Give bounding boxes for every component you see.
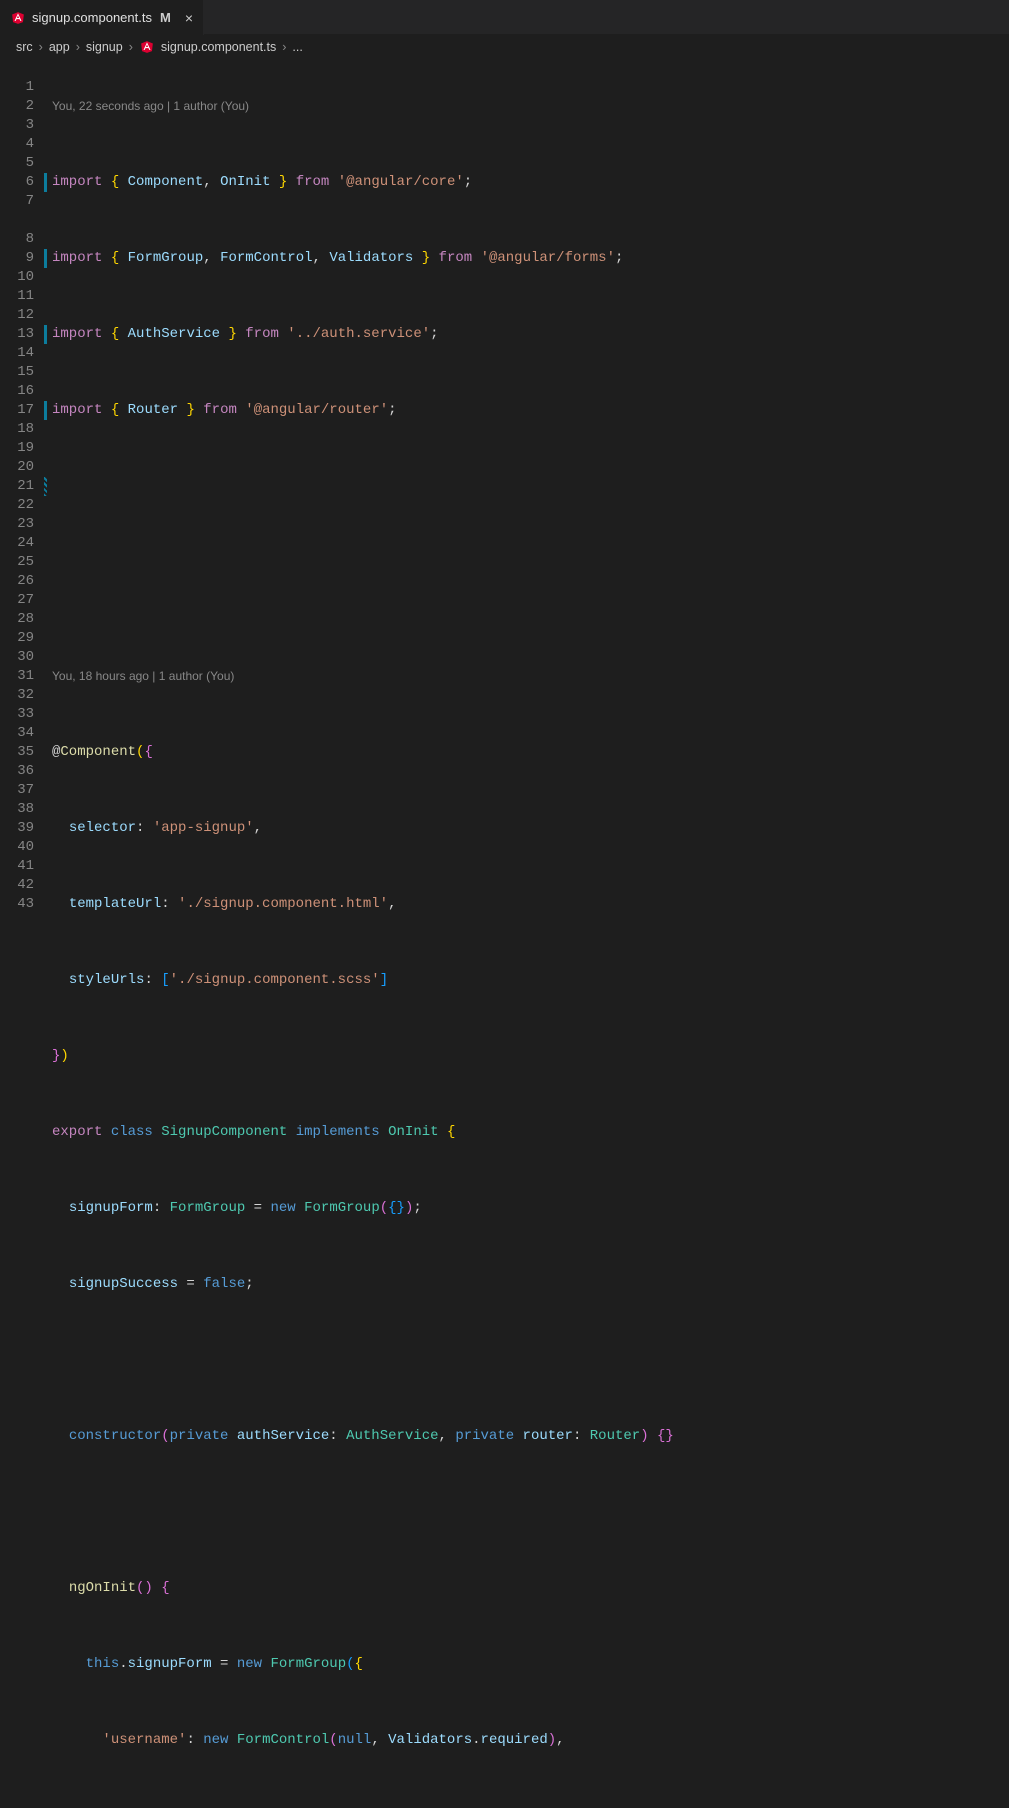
angular-file-icon [139,39,155,55]
chevron-right-icon: › [76,40,80,54]
line-number: 27 [0,591,34,610]
code-content[interactable]: You, 22 seconds ago | 1 author (You) imp… [52,59,1009,1808]
line-number: 43 [0,895,34,914]
line-number: 12 [0,306,34,325]
line-number: 35 [0,743,34,762]
line-number: 37 [0,781,34,800]
line-number: 18 [0,420,34,439]
line-number: 17 [0,401,34,420]
line-number: 10 [0,268,34,287]
line-number: 15 [0,363,34,382]
line-number: 42 [0,876,34,895]
chevron-right-icon: › [129,40,133,54]
line-number: 20 [0,458,34,477]
line-number: 21 [0,477,34,496]
line-number: 9 [0,249,34,268]
chevron-right-icon: › [282,40,286,54]
code-editor[interactable]: 1 2 3 4 5 6 7 8 9 10 11 12 13 14 15 16 1… [0,59,1009,1808]
line-number: 26 [0,572,34,591]
tab-bar: signup.component.ts M × [0,0,1009,35]
line-number: 3 [0,116,34,135]
line-number: 36 [0,762,34,781]
line-number: 1 [0,78,34,97]
breadcrumb-segment[interactable]: src [16,40,33,54]
line-number: 6 [0,173,34,192]
line-number: 39 [0,819,34,838]
breadcrumb-segment[interactable]: app [49,40,70,54]
line-number: 16 [0,382,34,401]
line-number: 23 [0,515,34,534]
line-number: 30 [0,648,34,667]
tab-filename: signup.component.ts [32,10,152,25]
line-number: 22 [0,496,34,515]
editor-tab[interactable]: signup.component.ts M × [0,0,204,35]
angular-file-icon [10,10,26,26]
breadcrumb: src › app › signup › signup.component.ts… [0,35,1009,59]
line-number: 33 [0,705,34,724]
line-number-gutter: 1 2 3 4 5 6 7 8 9 10 11 12 13 14 15 16 1… [0,59,52,1808]
breadcrumb-segment[interactable]: signup.component.ts [161,40,276,54]
line-number: 29 [0,629,34,648]
close-icon[interactable]: × [185,10,193,26]
line-number: 38 [0,800,34,819]
line-number: 19 [0,439,34,458]
breadcrumb-segment[interactable]: ... [292,40,302,54]
codelens-annotation[interactable]: You, 22 seconds ago | 1 author (You) [52,97,1009,116]
chevron-right-icon: › [39,40,43,54]
line-number: 7 [0,192,34,211]
line-number: 41 [0,857,34,876]
line-number: 2 [0,97,34,116]
line-number: 24 [0,534,34,553]
line-number: 28 [0,610,34,629]
line-number: 11 [0,287,34,306]
breadcrumb-segment[interactable]: signup [86,40,123,54]
line-number: 13 [0,325,34,344]
line-number: 4 [0,135,34,154]
line-number: 31 [0,667,34,686]
codelens-annotation[interactable]: You, 18 hours ago | 1 author (You) [52,667,1009,686]
line-number: 25 [0,553,34,572]
line-number: 14 [0,344,34,363]
line-number: 5 [0,154,34,173]
line-number: 8 [0,230,34,249]
line-number: 40 [0,838,34,857]
line-number: 32 [0,686,34,705]
tab-modified-indicator: M [160,10,171,25]
line-number: 34 [0,724,34,743]
